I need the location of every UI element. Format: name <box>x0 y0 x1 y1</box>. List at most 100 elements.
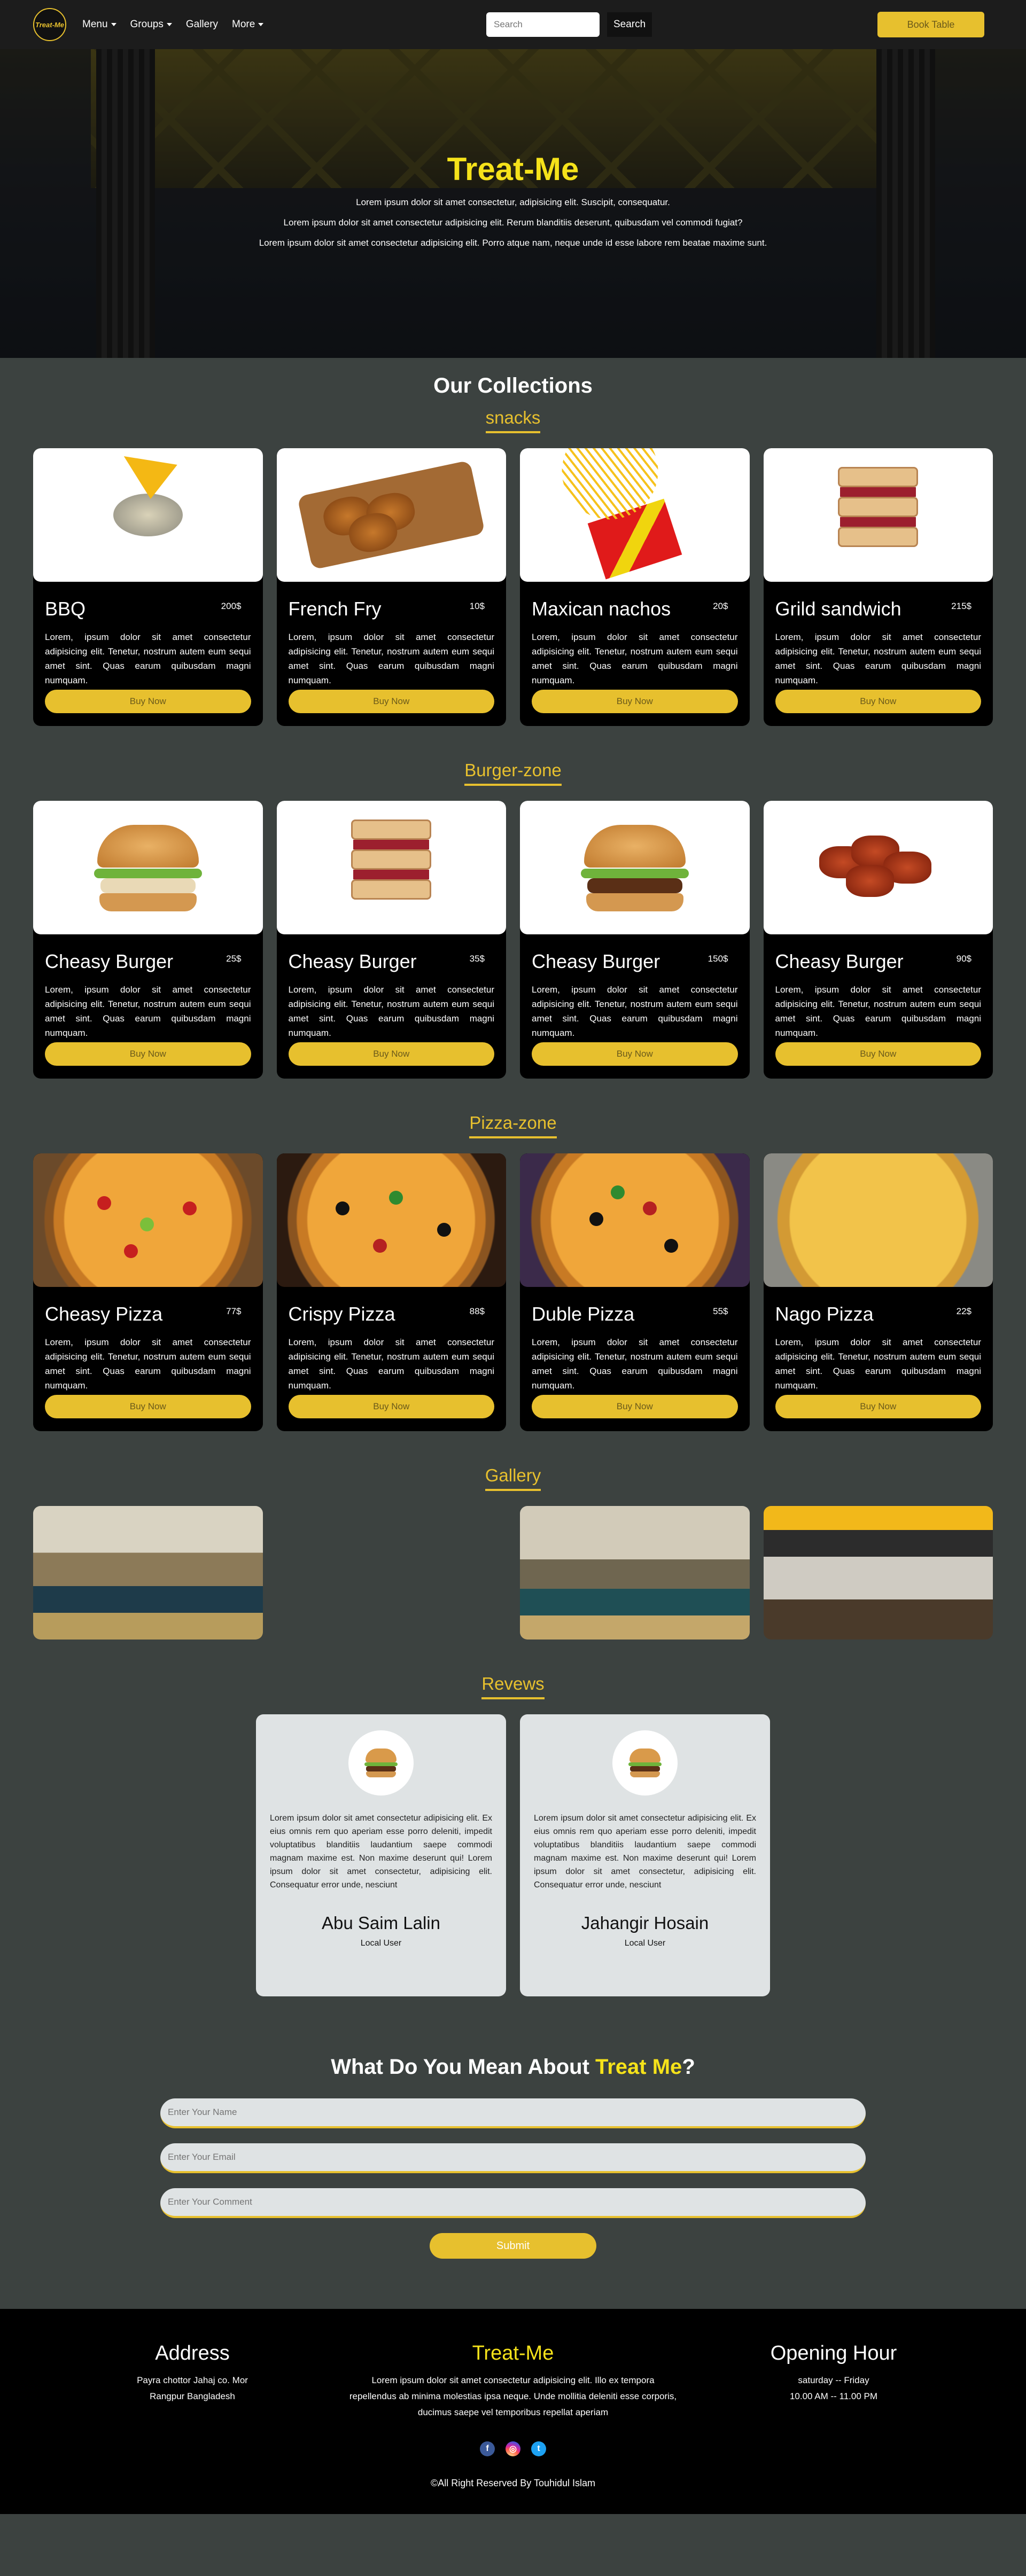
brand-logo[interactable]: Treat-Me <box>33 8 66 41</box>
product-description: Lorem, ipsum dolor sit amet consectetur … <box>532 632 738 685</box>
buy-now-button[interactable]: Buy Now <box>775 690 981 713</box>
gallery-image[interactable] <box>763 1506 993 1640</box>
hero-text-line: Lorem ipsum dolor sit amet consectetur a… <box>283 217 743 228</box>
footer-hours: Opening Hour saturday -- Friday 10.00 AM… <box>748 2342 919 2405</box>
pizza-image <box>520 1153 750 1287</box>
search-input[interactable] <box>486 12 600 37</box>
nav-groups-dropdown[interactable]: Groups <box>130 19 172 30</box>
book-table-button[interactable]: Book Table <box>877 12 984 37</box>
reviewer-name: Jahangir Hosain <box>581 1913 709 1933</box>
footer-hours-time: 10.00 AM -- 11.00 PM <box>789 2391 878 2401</box>
contact-title-accent: Treat Me <box>595 2055 682 2079</box>
pizza-row: Cheasy Pizza 77$ Lorem, ipsum dolor sit a… <box>0 1153 1026 1431</box>
buy-now-button[interactable]: Buy Now <box>532 1395 738 1418</box>
pizza-zone-heading: Pizza-zone <box>469 1113 557 1138</box>
product-card: Maxican nachos 20$ Lorem, ipsum dolor sit… <box>520 448 750 726</box>
contact-title-prefix: What Do You Mean About <box>331 2055 596 2079</box>
product-card: BBQ 200$ Lorem, ipsum dolor sit amet cons… <box>33 448 263 726</box>
product-description: Lorem, ipsum dolor sit amet consectetur … <box>775 985 982 1038</box>
hero-content: Treat-Me Lorem ipsum dolor sit amet cons… <box>0 151 1026 258</box>
nachos-image <box>520 448 750 582</box>
comment-field[interactable] <box>160 2188 866 2218</box>
product-description: Lorem, ipsum dolor sit amet consectetur … <box>532 985 738 1038</box>
product-name: Cheasy Burger <box>775 950 904 972</box>
logo-text: Treat-Me <box>35 20 64 29</box>
hero-text-line: Lorem ipsum dolor sit amet consectetur, … <box>356 197 670 207</box>
burger-icon <box>628 1746 662 1779</box>
product-description: Lorem, ipsum dolor sit amet consectetur … <box>45 985 251 1038</box>
contact-form: Submit <box>160 2098 866 2259</box>
chevron-down-icon <box>111 23 116 26</box>
search-form: Search <box>486 12 652 37</box>
sandwich-image <box>763 448 993 582</box>
gallery-image[interactable] <box>33 1506 263 1640</box>
copyright-text: ©All Right Reserved By Touhidul Islam <box>430 2478 596 2488</box>
product-name: Cheasy Pizza <box>45 1303 163 1325</box>
gallery-image[interactable] <box>277 1506 507 1640</box>
wings-image <box>763 801 993 934</box>
buy-now-button[interactable]: Buy Now <box>288 690 494 713</box>
instagram-icon[interactable]: ◎ <box>506 2441 520 2456</box>
product-price: 150$ <box>708 954 728 964</box>
buy-now-button[interactable]: Buy Now <box>288 1395 494 1418</box>
facebook-icon[interactable]: f <box>480 2441 495 2456</box>
nav-menu-label: Menu <box>82 19 108 30</box>
french-fry-image <box>276 448 506 582</box>
nav-more-dropdown[interactable]: More <box>232 19 264 30</box>
email-field[interactable] <box>160 2143 866 2173</box>
product-price: 215$ <box>951 601 971 611</box>
name-field[interactable] <box>160 2098 866 2128</box>
buy-now-button[interactable]: Buy Now <box>532 1042 738 1066</box>
buy-now-button[interactable]: Buy Now <box>775 1042 981 1066</box>
product-price: 55$ <box>713 1306 728 1316</box>
review-card: Lorem ipsum dolor sit amet consectetur a… <box>520 1714 770 1996</box>
pizza-image <box>33 1153 263 1287</box>
product-card: French Fry 10$ Lorem, ipsum dolor sit ame… <box>276 448 506 726</box>
twitter-icon[interactable]: t <box>531 2441 546 2456</box>
product-name: Duble Pizza <box>532 1303 635 1325</box>
product-price: 25$ <box>226 954 242 964</box>
reviews-row: Lorem ipsum dolor sit amet consectetur a… <box>0 1714 1026 1996</box>
product-price: 90$ <box>956 954 971 964</box>
product-price: 35$ <box>469 954 485 964</box>
product-description: Lorem, ipsum dolor sit amet consectetur … <box>288 1337 495 1391</box>
reviewer-role: Local User <box>624 1939 666 1948</box>
burger-icon <box>364 1746 398 1779</box>
bbq-image <box>33 448 263 582</box>
product-description: Lorem, ipsum dolor sit amet consectetur … <box>775 632 982 685</box>
buy-now-button[interactable]: Buy Now <box>288 1042 494 1066</box>
contact-title-suffix: ? <box>682 2055 695 2079</box>
submit-button[interactable]: Submit <box>430 2233 596 2259</box>
contact-title: What Do You Mean About Treat Me? <box>0 2055 1026 2079</box>
product-name: Maxican nachos <box>532 598 671 620</box>
footer-brand-title: Treat-Me <box>472 2342 554 2364</box>
product-name: Grild sandwich <box>775 598 901 620</box>
product-price: 22$ <box>956 1306 971 1316</box>
hero-text-line: Lorem ipsum dolor sit amet consectetur a… <box>259 238 767 248</box>
footer: Address Payra chottor Jahaj co. Mor Rang… <box>0 2309 1026 2514</box>
nav-menu-dropdown[interactable]: Menu <box>82 19 116 30</box>
search-button[interactable]: Search <box>607 12 652 37</box>
burger-image <box>33 801 263 934</box>
review-text: Lorem ipsum dolor sit amet consectetur a… <box>270 1814 492 1890</box>
buy-now-button[interactable]: Buy Now <box>532 690 738 713</box>
product-card: Cheasy Burger 35$ Lorem, ipsum dolor sit … <box>276 801 506 1079</box>
nav-gallery-link[interactable]: Gallery <box>186 19 218 30</box>
hero-banner: Treat-Me Lorem ipsum dolor sit amet cons… <box>0 49 1026 358</box>
gallery-row <box>0 1506 1026 1640</box>
buy-now-button[interactable]: Buy Now <box>45 690 251 713</box>
buy-now-button[interactable]: Buy Now <box>775 1395 981 1418</box>
reviewer-name: Abu Saim Lalin <box>322 1913 440 1933</box>
product-description: Lorem, ipsum dolor sit amet consectetur … <box>532 1337 738 1391</box>
product-card: Nago Pizza 22$ Lorem, ipsum dolor sit ame… <box>763 1153 993 1431</box>
snacks-row: BBQ 200$ Lorem, ipsum dolor sit amet cons… <box>0 448 1026 726</box>
buy-now-button[interactable]: Buy Now <box>45 1042 251 1066</box>
buy-now-button[interactable]: Buy Now <box>45 1395 251 1418</box>
footer-brand: Treat-Me Lorem ipsum dolor sit amet cons… <box>347 2342 679 2421</box>
product-price: 10$ <box>469 601 485 611</box>
footer-address-line: Rangpur Bangladesh <box>150 2391 235 2401</box>
product-name: French Fry <box>288 598 382 620</box>
product-card: Cheasy Burger 90$ Lorem, ipsum dolor sit … <box>763 801 993 1079</box>
avatar <box>612 1730 678 1796</box>
gallery-image[interactable] <box>520 1506 750 1640</box>
